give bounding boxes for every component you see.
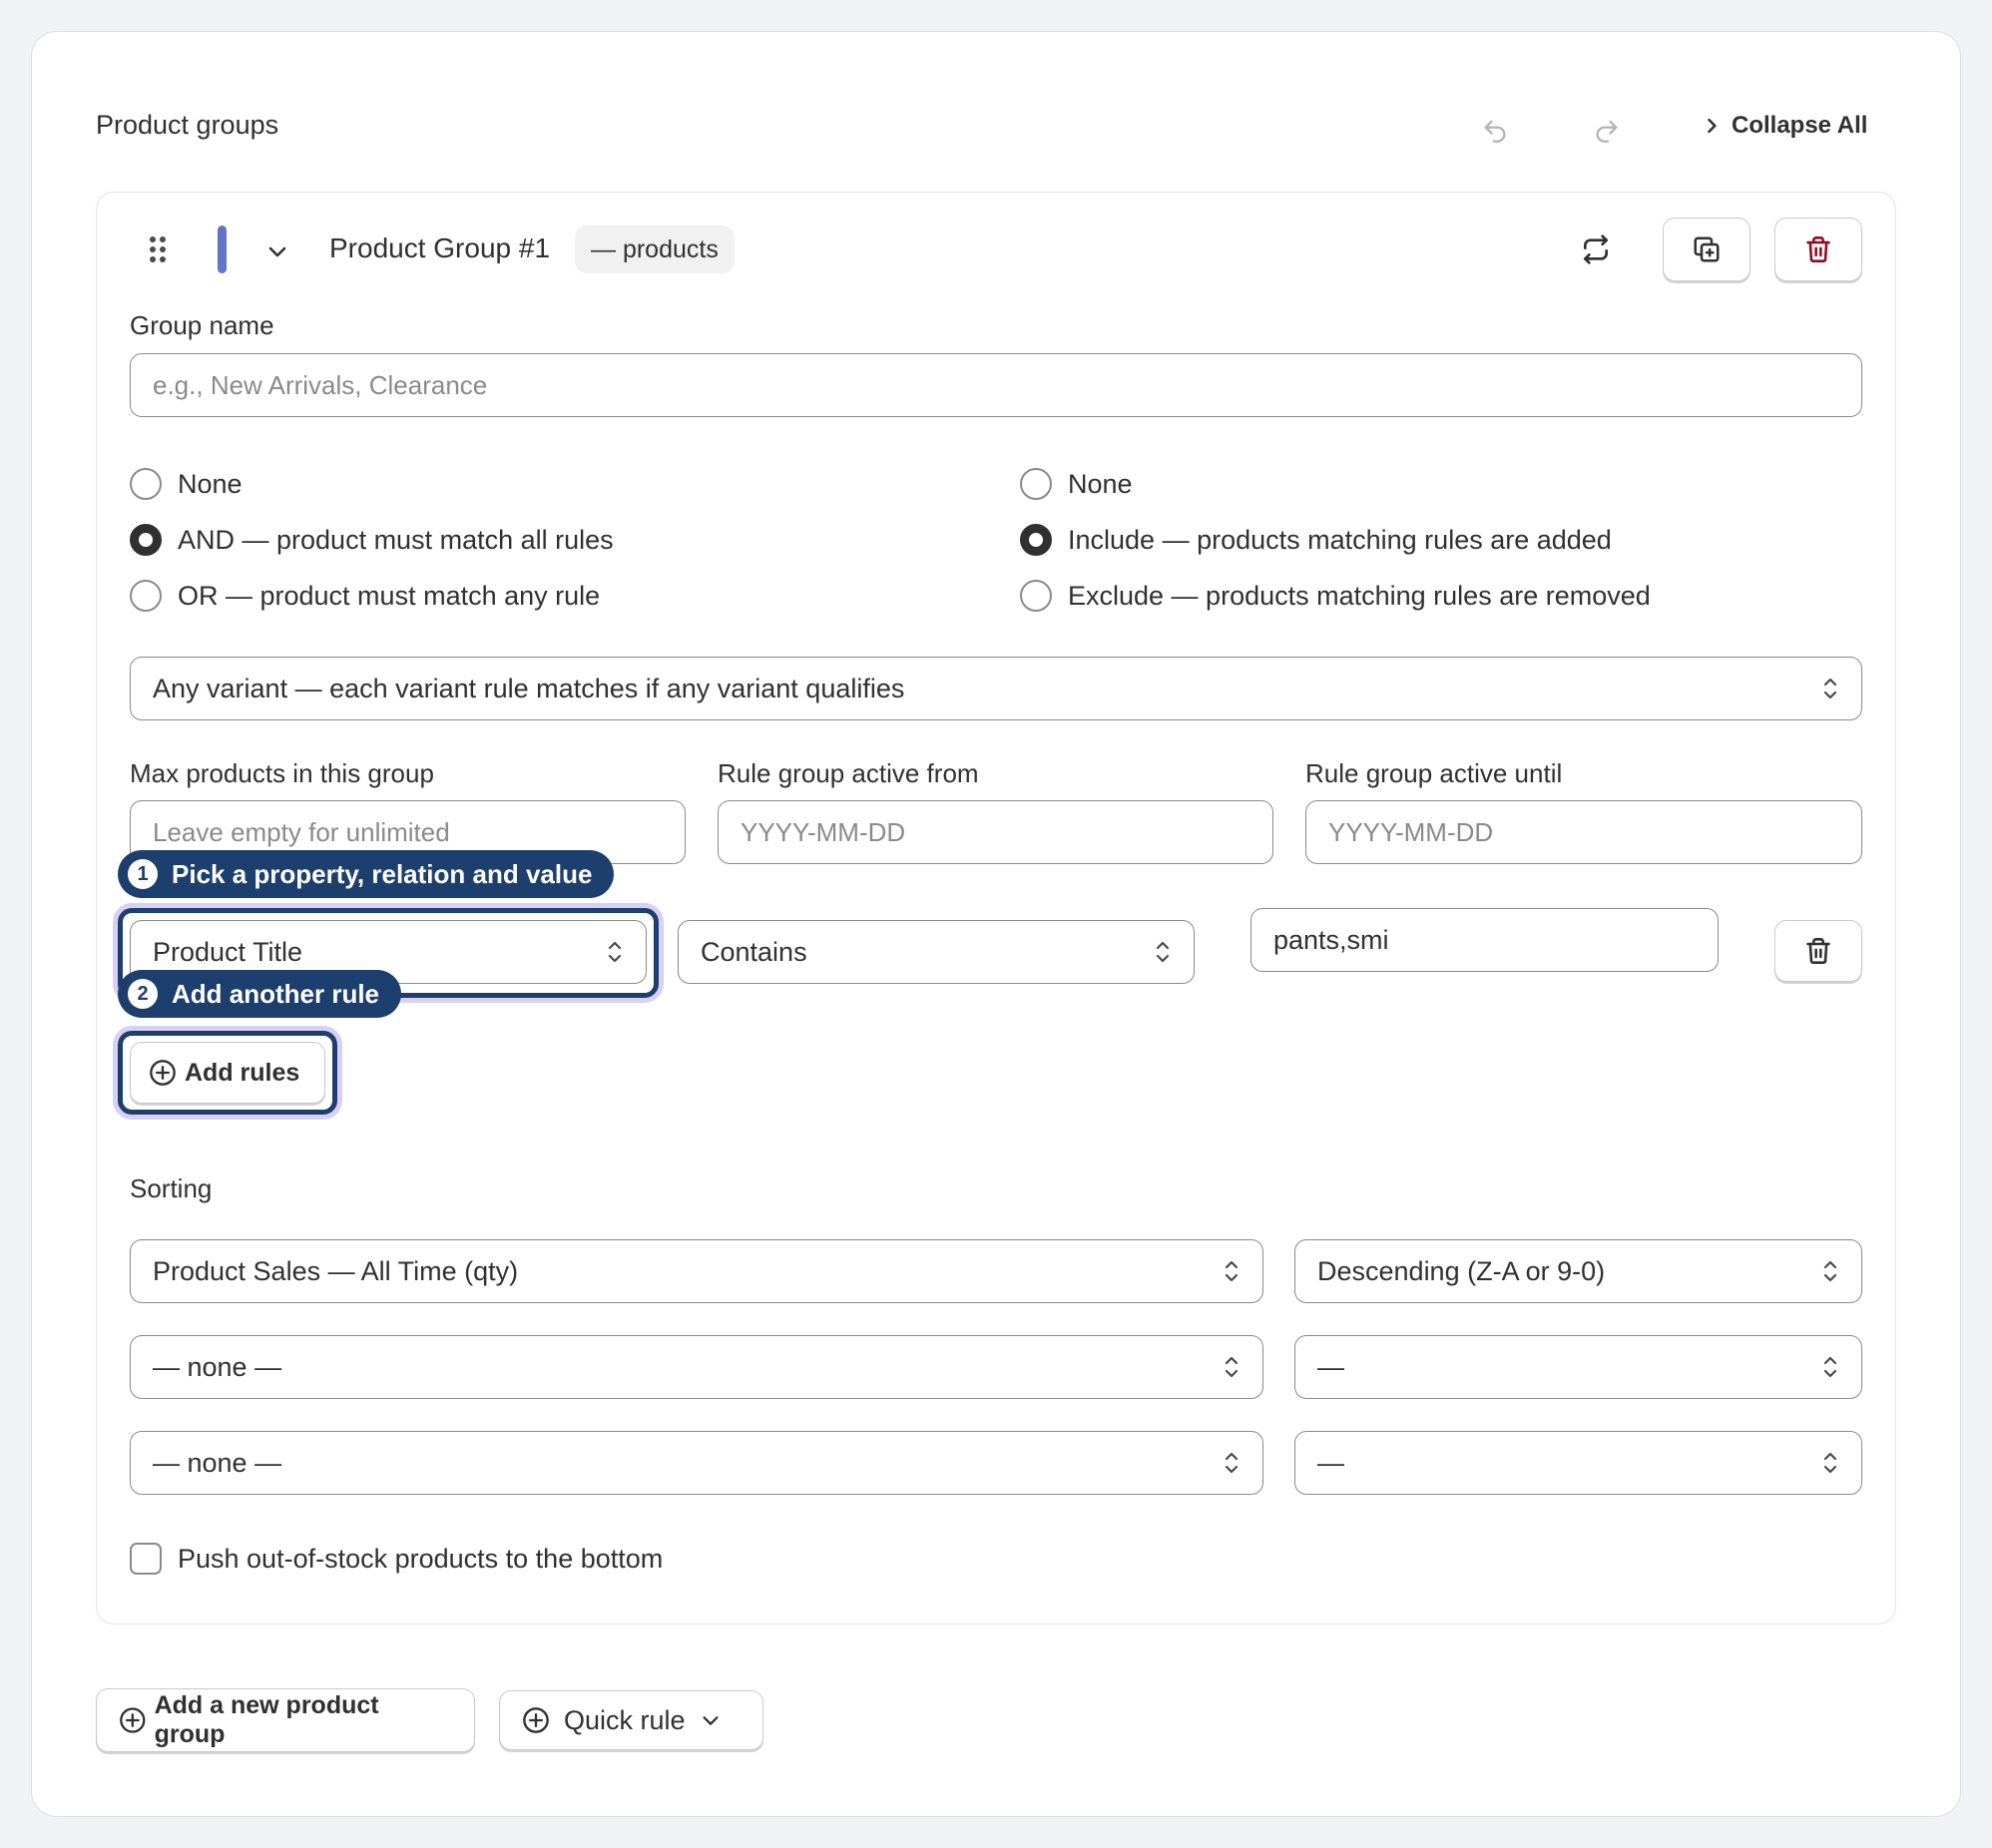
oos-checkbox[interactable] [130, 1543, 162, 1575]
select-arrows-icon [1823, 1260, 1837, 1282]
delete-rule-button[interactable] [1774, 920, 1862, 982]
add-rules-button[interactable]: Add rules [130, 1042, 325, 1104]
duplicate-group-button[interactable] [1663, 218, 1750, 281]
redo-button[interactable] [1587, 110, 1627, 150]
select-arrows-icon [1225, 1260, 1239, 1282]
tooltip-text: Add another rule [172, 978, 380, 1009]
mode-option-include[interactable]: Include — products matching rules are ad… [1020, 524, 1612, 556]
sort-order-select-2[interactable]: — [1294, 1335, 1862, 1399]
radio-label: Exclude — products matching rules are re… [1068, 580, 1651, 611]
sort-field-select-2[interactable]: — none — [130, 1335, 1263, 1399]
quick-rule-button[interactable]: Quick rule [499, 1690, 763, 1750]
tooltip-text: Pick a property, relation and value [172, 858, 593, 889]
trash-icon [1806, 938, 1830, 964]
plus-circle-icon [150, 1060, 176, 1086]
radio-label: None [1068, 468, 1133, 499]
plus-circle-icon [523, 1707, 549, 1733]
add-product-group-label: Add a new product group [154, 1691, 379, 1748]
select-value: Contains [701, 936, 807, 967]
radio-button-selected[interactable] [1020, 524, 1052, 556]
trash-icon [1806, 236, 1830, 262]
sort-order-select-3[interactable]: — [1294, 1431, 1862, 1495]
radio-button[interactable] [1020, 580, 1052, 612]
tooltip-step-2: 2 Add another rule [118, 970, 402, 1018]
sort-field-select-1[interactable]: Product Sales — All Time (qty) [130, 1239, 1263, 1303]
select-value: — [1317, 1351, 1344, 1382]
radio-button-selected[interactable] [130, 524, 162, 556]
refresh-button[interactable] [1574, 228, 1618, 271]
redo-icon [1596, 120, 1618, 143]
match-option-none[interactable]: None [130, 468, 243, 500]
radio-label: AND — product must match all rules [178, 524, 614, 555]
select-arrows-icon [1225, 1356, 1239, 1378]
match-option-or[interactable]: OR — product must match any rule [130, 580, 600, 612]
checkbox-label: Push out-of-stock products to the bottom [178, 1543, 664, 1574]
expand-toggle-button[interactable] [261, 235, 293, 267]
radio-button[interactable] [130, 580, 162, 612]
radio-label: None [178, 468, 243, 499]
match-option-and[interactable]: AND — product must match all rules [130, 524, 614, 556]
collapse-all-button[interactable]: Collapse All [1702, 106, 1867, 146]
collapse-all-label: Collapse All [1732, 112, 1868, 139]
rule-relation-select[interactable]: Contains [678, 920, 1195, 984]
page-title: Product groups [96, 110, 279, 140]
variant-match-select[interactable]: Any variant — each variant rule matches … [130, 657, 1862, 720]
active-from-input[interactable] [718, 800, 1273, 864]
mode-option-exclude[interactable]: Exclude — products matching rules are re… [1020, 580, 1651, 612]
select-arrows-icon [1823, 678, 1837, 699]
drag-handle-icon[interactable] [148, 233, 168, 265]
refresh-icon [1584, 234, 1608, 264]
undo-icon [1484, 120, 1506, 143]
select-value: — [1317, 1447, 1344, 1478]
oos-to-bottom-option[interactable]: Push out-of-stock products to the bottom [130, 1543, 663, 1575]
select-arrows-icon [1823, 1452, 1837, 1474]
select-value: — none — [153, 1447, 282, 1478]
select-arrows-icon [1225, 1452, 1239, 1474]
radio-button[interactable] [130, 468, 162, 500]
sorting-label: Sorting [130, 1173, 213, 1203]
duplicate-icon [1694, 236, 1720, 262]
active-until-input[interactable] [1305, 800, 1862, 864]
active-from-label: Rule group active from [718, 758, 979, 788]
select-value: — none — [153, 1351, 282, 1382]
select-value: Product Sales — All Time (qty) [153, 1255, 519, 1286]
radio-label: OR — product must match any rule [178, 580, 601, 611]
active-until-label: Rule group active until [1305, 758, 1563, 788]
plus-circle-icon [120, 1707, 146, 1733]
delete-group-button[interactable] [1774, 218, 1862, 281]
select-value: Descending (Z-A or 9-0) [1317, 1255, 1606, 1286]
radio-button[interactable] [1020, 468, 1052, 500]
add-rules-label: Add rules [185, 1058, 300, 1087]
group-name-label: Group name [130, 310, 274, 340]
chevron-right-icon [1708, 118, 1717, 134]
sort-field-select-3[interactable]: — none — [130, 1431, 1263, 1495]
rule-value-input[interactable] [1250, 908, 1719, 972]
select-arrows-icon [1156, 941, 1170, 963]
tooltip-step-1: 1 Pick a property, relation and value [118, 850, 615, 898]
group-color-bar [218, 226, 227, 273]
chevron-down-icon [702, 1716, 719, 1725]
step-number: 1 [128, 859, 158, 889]
group-title: Product Group #1 [329, 232, 551, 263]
select-value: Product Title [153, 936, 303, 967]
chevron-down-icon [268, 246, 286, 257]
select-arrows-icon [1823, 1356, 1837, 1378]
select-value: Any variant — each variant rule matches … [153, 673, 905, 703]
max-products-label: Max products in this group [130, 758, 434, 788]
step-number: 2 [128, 979, 158, 1009]
radio-label: Include — products matching rules are ad… [1068, 524, 1612, 555]
group-name-input[interactable] [130, 353, 1862, 417]
quick-rule-label: Quick rule [564, 1704, 686, 1735]
mode-option-none[interactable]: None [1020, 468, 1133, 500]
sort-order-select-1[interactable]: Descending (Z-A or 9-0) [1294, 1239, 1862, 1303]
undo-button[interactable] [1475, 110, 1515, 150]
product-count-badge: — products [575, 226, 735, 273]
add-product-group-button[interactable]: Add a new product group [96, 1688, 475, 1752]
select-arrows-icon [608, 941, 622, 963]
